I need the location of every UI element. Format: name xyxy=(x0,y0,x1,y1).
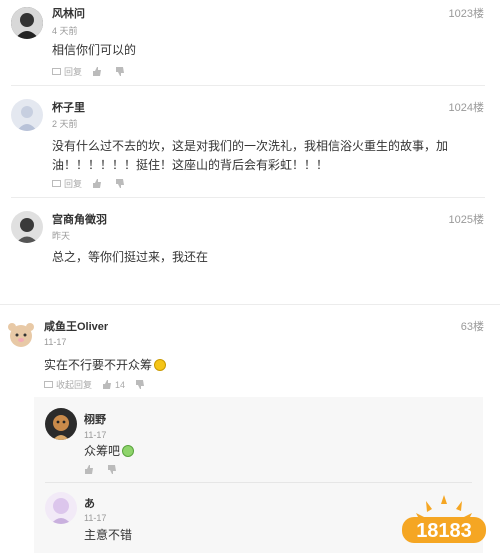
comment-text-line1: 没有什么过不去的坎，这是对我们的一次洗礼，我相信浴火重生的故事，加 xyxy=(52,139,449,153)
timestamp: 昨天 xyxy=(52,231,71,241)
reply-text: 主意不错 xyxy=(84,528,133,542)
reply-icon xyxy=(52,67,61,75)
divider xyxy=(45,482,472,483)
reply-username[interactable]: 栩野 xyxy=(84,411,106,427)
dislike-button[interactable] xyxy=(135,380,148,389)
username[interactable]: 杯子里 xyxy=(52,99,85,115)
reply-timestamp: 11-17 xyxy=(84,513,107,523)
reply-actions xyxy=(84,465,130,474)
like-button[interactable] xyxy=(92,179,105,188)
thumbs-up-icon xyxy=(103,380,112,389)
floor-number: 63楼 xyxy=(460,321,484,333)
comment-text: 总之，等你们挺过来，我还在 xyxy=(52,250,209,264)
reply-label: 回复 xyxy=(64,179,83,189)
comment-actions: 回复 xyxy=(52,177,138,190)
dislike-button[interactable] xyxy=(107,465,120,474)
reply-button[interactable]: 回复 xyxy=(52,177,82,190)
reply-icon xyxy=(44,380,53,388)
grin-emoji-icon xyxy=(154,359,167,371)
reply-text-body: 众筹吧 xyxy=(84,444,121,458)
comment-text: 实在不行要不开众筹 xyxy=(44,355,167,375)
timestamp: 11-17 xyxy=(44,337,67,347)
comment-text-body: 实在不行要不开众筹 xyxy=(44,358,153,372)
thumbs-down-icon xyxy=(108,465,116,474)
thumbs-up-icon xyxy=(93,67,102,76)
thumbs-down-icon xyxy=(136,380,145,389)
username[interactable]: 咸鱼王Oliver xyxy=(44,318,108,334)
username[interactable]: 风林问 xyxy=(52,5,85,21)
like-button[interactable]: 14 xyxy=(102,380,125,390)
reply-avatar[interactable] xyxy=(45,408,77,440)
avatar[interactable] xyxy=(11,99,43,131)
grin-emoji-icon xyxy=(122,445,135,457)
reply-label: 回复 xyxy=(64,67,83,77)
site-logo: 18183 xyxy=(396,489,492,547)
comment-actions: 回复 xyxy=(52,65,138,78)
timestamp: 2 天前 xyxy=(52,119,78,129)
reply-text: 众筹吧 xyxy=(84,441,135,461)
avatar[interactable] xyxy=(5,318,37,350)
collapse-replies-button[interactable]: 收起回复 xyxy=(44,378,92,391)
thumbs-down-icon xyxy=(116,67,125,76)
comment-text: 相信你们可以的 xyxy=(52,43,137,57)
divider xyxy=(11,197,485,198)
dislike-button[interactable] xyxy=(115,67,128,76)
reply-button[interactable]: 回复 xyxy=(52,65,82,78)
comment-actions: 收起回复 14 xyxy=(44,378,158,391)
logo-text: 18183 xyxy=(416,520,472,542)
username[interactable]: 宫商角徵羽 xyxy=(52,211,107,227)
divider xyxy=(0,304,500,305)
comment-text-line2: 油！！！！！！挺住！这座山的背后会有彩虹！！！ xyxy=(52,158,329,172)
reply-icon xyxy=(52,179,61,187)
avatar[interactable] xyxy=(11,7,43,39)
thumbs-up-icon xyxy=(85,465,93,474)
dislike-button[interactable] xyxy=(115,179,128,188)
floor-number: 1024楼 xyxy=(448,102,484,114)
reply-avatar[interactable] xyxy=(45,492,77,524)
divider xyxy=(11,85,485,86)
thumbs-up-icon xyxy=(93,179,102,188)
floor-number: 1025楼 xyxy=(448,214,484,226)
reply-timestamp: 11-17 xyxy=(84,430,107,440)
like-button[interactable] xyxy=(84,465,97,474)
reply-username[interactable]: あ xyxy=(84,495,95,511)
timestamp: 4 天前 xyxy=(52,26,78,36)
avatar[interactable] xyxy=(11,211,43,243)
thumbs-down-icon xyxy=(116,179,125,188)
like-count: 14 xyxy=(115,379,126,390)
like-button[interactable] xyxy=(92,67,105,76)
collapse-label: 收起回复 xyxy=(56,380,93,390)
floor-number: 1023楼 xyxy=(448,8,484,20)
